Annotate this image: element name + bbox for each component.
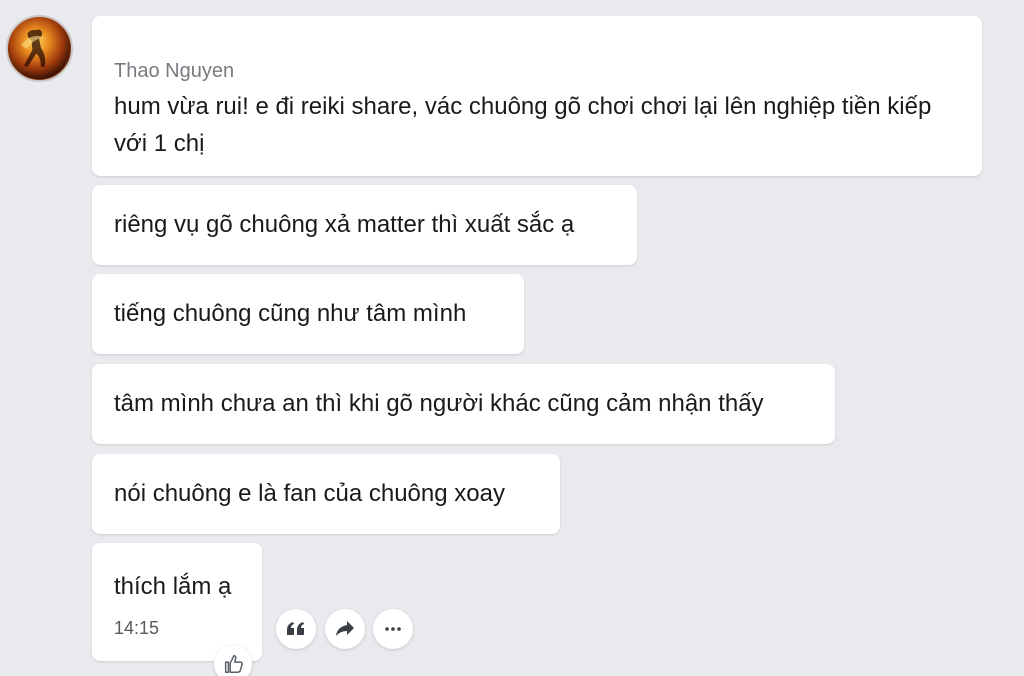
message-text: tâm mình chưa an thì khi gõ người khác c…: [114, 390, 764, 417]
message-timestamp: 14:15: [114, 618, 160, 638]
message-text: hum vừa rui! e đi reiki share, vác chuôn…: [114, 93, 932, 157]
quote-icon: [287, 622, 304, 635]
avatar-image: [8, 17, 71, 80]
like-reaction-button[interactable]: [214, 645, 252, 676]
message-text: riêng vụ gõ chuông xả matter thì xuất sắ…: [114, 211, 575, 238]
message-bubble: tâm mình chưa an thì khi gõ người khác c…: [92, 364, 835, 444]
message-bubble: nói chuông e là fan của chuông xoay: [92, 454, 560, 534]
message-bubble: riêng vụ gõ chuông xả matter thì xuất sắ…: [92, 185, 637, 265]
message-bubble: Thao Nguyen hum vừa rui! e đi reiki shar…: [92, 16, 982, 176]
chat-thread: Thao Nguyen hum vừa rui! e đi reiki shar…: [0, 0, 1024, 676]
more-icon: [385, 627, 401, 631]
message-bubble: thích lắm ạ 14:15: [92, 543, 262, 661]
message-text: nói chuông e là fan của chuông xoay: [114, 480, 505, 507]
sender-avatar[interactable]: [6, 15, 73, 82]
message-bubble: tiếng chuông cũng như tâm mình: [92, 274, 524, 354]
share-button[interactable]: [325, 609, 365, 649]
share-arrow-icon: [336, 621, 354, 636]
sender-name[interactable]: Thao Nguyen: [114, 60, 234, 83]
thumbs-up-icon: [224, 655, 243, 673]
quote-reply-button[interactable]: [276, 609, 316, 649]
more-options-button[interactable]: [373, 609, 413, 649]
message-text: tiếng chuông cũng như tâm mình: [114, 300, 467, 327]
message-text: thích lắm ạ: [114, 573, 232, 600]
